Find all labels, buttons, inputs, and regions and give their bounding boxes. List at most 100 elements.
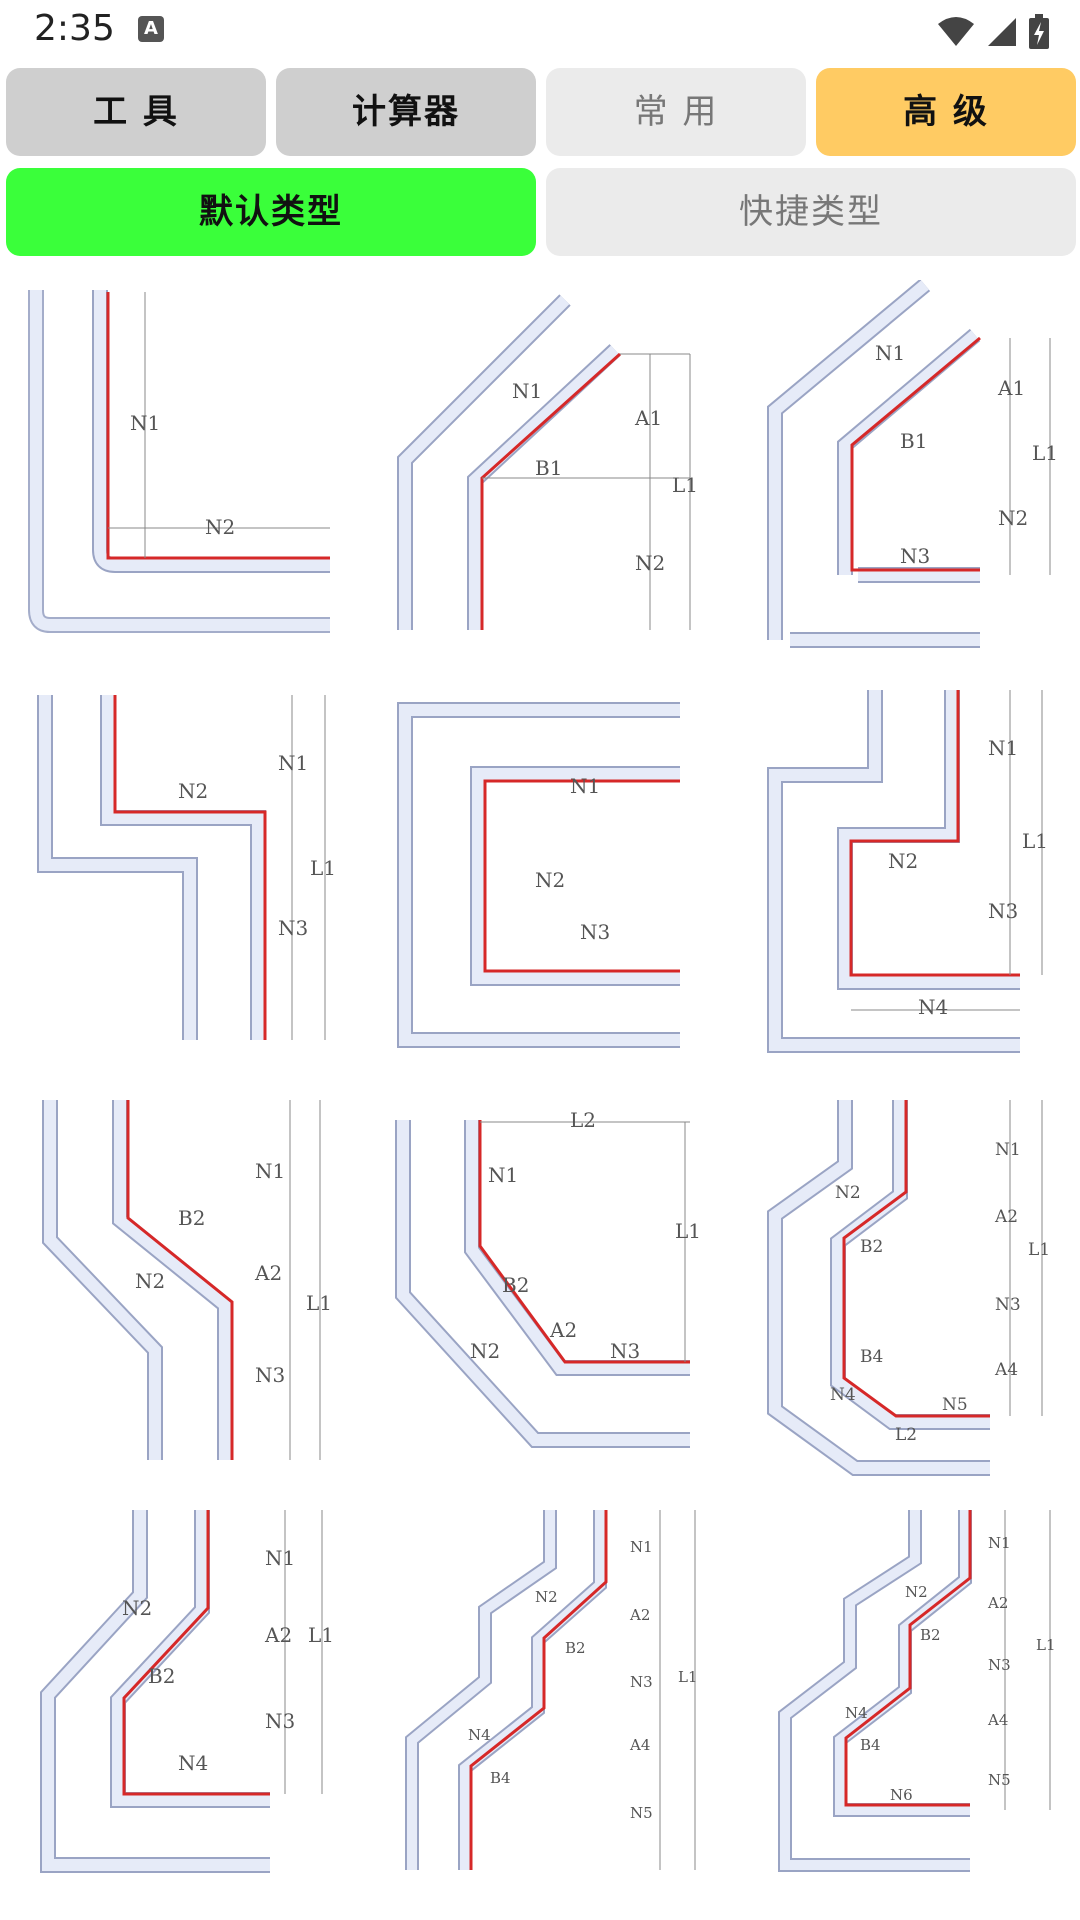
- diagram-label: B4: [860, 1736, 881, 1754]
- diagram-label: B2: [565, 1639, 586, 1657]
- diagram-label: N2: [470, 1339, 500, 1363]
- diagram-label: B2: [920, 1626, 941, 1644]
- diagram-label: N3: [630, 1673, 653, 1691]
- diagram-label: N2: [888, 849, 918, 873]
- diagram-label: B2: [178, 1206, 205, 1230]
- tab-advanced[interactable]: 高 级: [816, 68, 1076, 156]
- bend-diagram: N1 N2 A2 B2 L1 N3 B4 A4 N5 N4 L2: [767, 1100, 1050, 1476]
- diagram-label: N4: [178, 1751, 208, 1775]
- diagram-label: N1: [512, 379, 542, 403]
- bend-diagram: N1 N2: [28, 290, 330, 633]
- bend-diagram: N1 N2 A2 L1 B2 N3 N4: [40, 1510, 334, 1873]
- tab-default-type[interactable]: 默认类型: [6, 168, 536, 256]
- battery-icon: [1029, 14, 1049, 49]
- diagram-label: N6: [890, 1786, 913, 1804]
- status-time: 2:35: [34, 8, 115, 49]
- bend-type-5[interactable]: N1 N2 N3: [360, 690, 720, 1090]
- diagram-label: A1: [634, 406, 662, 430]
- diagram-label: A2: [254, 1261, 282, 1285]
- bend-diagram: N1 A1 B1 L1 N2: [397, 294, 698, 630]
- diagram-label: B2: [148, 1664, 175, 1688]
- diagram-label: B2: [860, 1237, 883, 1257]
- bend-type-10[interactable]: N1 N2 A2 L1 B2 N3 N4: [0, 1510, 360, 1910]
- diagram-label: L1: [1032, 441, 1058, 465]
- diagram-label: N1: [570, 774, 600, 798]
- diagram-label: L2: [895, 1425, 917, 1445]
- input-method-icon: A: [138, 16, 164, 42]
- diagram-label: L1: [675, 1219, 701, 1243]
- diagram-label: L1: [1036, 1636, 1056, 1654]
- diagram-label: N4: [918, 995, 948, 1019]
- bend-type-3[interactable]: N1 A1 B1 L1 N2 N3: [720, 280, 1080, 680]
- diagram-label: N5: [630, 1804, 653, 1822]
- diagram-label: N1: [265, 1546, 295, 1570]
- status-bar: 2:35 A: [0, 0, 1080, 64]
- bend-type-9[interactable]: N1 N2 A2 B2 L1 N3 B4 A4 N5 N4 L2: [720, 1100, 1080, 1500]
- bend-type-4[interactable]: N1 N2 L1 N3: [0, 690, 360, 1090]
- diagram-label: N3: [900, 544, 930, 568]
- diagram-label: A4: [629, 1736, 650, 1754]
- diagram-label: N4: [845, 1704, 868, 1722]
- diagram-label: N1: [988, 1534, 1011, 1552]
- diagram-label: A2: [987, 1594, 1008, 1612]
- tab-quick-type[interactable]: 快捷类型: [546, 168, 1076, 256]
- diagram-label: L1: [672, 473, 698, 497]
- diagram-label: N2: [998, 506, 1028, 530]
- bend-diagram: N1 B2 N2 A2 L1 N3: [42, 1100, 332, 1460]
- diagram-label: A4: [987, 1711, 1008, 1729]
- diagram-label: L1: [678, 1668, 698, 1686]
- bend-diagram: N1 L1 N2 N3 N4: [767, 690, 1048, 1053]
- diagram-label: N1: [630, 1538, 653, 1556]
- bend-type-2[interactable]: N1 A1 B1 L1 N2: [360, 280, 720, 680]
- diagram-label: N1: [488, 1163, 518, 1187]
- diagram-label: N3: [255, 1363, 285, 1387]
- bend-type-11[interactable]: N1 N2 A2 B2 L1 N3 N4 A4 B4 N5: [360, 1510, 720, 1910]
- diagram-label: N3: [988, 899, 1018, 923]
- diagram-label: N2: [535, 868, 565, 892]
- tab-tools[interactable]: 工 具: [6, 68, 266, 156]
- bend-type-12[interactable]: N1 N2 A2 B2 L1 N3 N4 A4 B4 N5 N6: [720, 1510, 1080, 1910]
- diagram-label: N3: [580, 920, 610, 944]
- diagram-label: N2: [835, 1183, 861, 1203]
- diagram-label: N1: [875, 341, 905, 365]
- diagram-label: N2: [135, 1269, 165, 1293]
- diagram-label: L1: [306, 1291, 332, 1315]
- tab-common[interactable]: 常 用: [546, 68, 806, 156]
- bend-diagram: N1 N2 A2 B2 L1 N3 N4 A4 B4 N5: [405, 1510, 698, 1870]
- tab-calculator[interactable]: 计算器: [276, 68, 536, 156]
- bend-diagram: N1 N2 L1 N3: [37, 695, 336, 1040]
- diagram-label: N3: [995, 1295, 1021, 1315]
- bend-type-8[interactable]: L2 N1 L1 B2 A2 N2 N3: [360, 1100, 720, 1500]
- bend-type-1[interactable]: N1 N2: [0, 280, 360, 680]
- diagram-label: N2: [535, 1588, 558, 1606]
- signal-icon: [988, 18, 1016, 46]
- diagram-label: N5: [988, 1771, 1011, 1789]
- diagram-label: N2: [205, 515, 235, 539]
- bend-diagram: L2 N1 L1 B2 A2 N2 N3: [395, 1108, 701, 1448]
- bend-type-6[interactable]: N1 L1 N2 N3 N4: [720, 690, 1080, 1090]
- diagram-label: N3: [610, 1339, 640, 1363]
- diagram-label: L2: [570, 1108, 596, 1132]
- diagram-label: N3: [278, 916, 308, 940]
- bend-type-grid: N1 N2 N1 A1 B1 L1 N2 N1 A1 B1 L1 N2 N3 N…: [0, 280, 1080, 1920]
- diagram-label: N1: [130, 411, 160, 435]
- diagram-label: B4: [860, 1347, 883, 1367]
- diagram-label: B1: [535, 456, 562, 480]
- diagram-label: B2: [502, 1273, 529, 1297]
- diagram-label: N3: [265, 1709, 295, 1733]
- diagram-label: A2: [549, 1318, 577, 1342]
- bend-diagram: N1 A1 B1 L1 N2 N3: [767, 280, 1058, 648]
- diagram-label: L1: [310, 856, 336, 880]
- diagram-label: N5: [942, 1395, 968, 1415]
- diagram-label: N2: [905, 1583, 928, 1601]
- diagram-label: N1: [278, 751, 308, 775]
- bend-type-7[interactable]: N1 B2 N2 A2 L1 N3: [0, 1100, 360, 1500]
- diagram-label: A2: [994, 1207, 1018, 1227]
- diagram-label: B4: [490, 1769, 511, 1787]
- diagram-label: L1: [308, 1623, 334, 1647]
- diagram-label: N4: [468, 1726, 491, 1744]
- wifi-icon: [938, 17, 974, 46]
- diagram-label: B1: [900, 429, 927, 453]
- diagram-label: A2: [629, 1606, 650, 1624]
- diagram-label: N2: [178, 779, 208, 803]
